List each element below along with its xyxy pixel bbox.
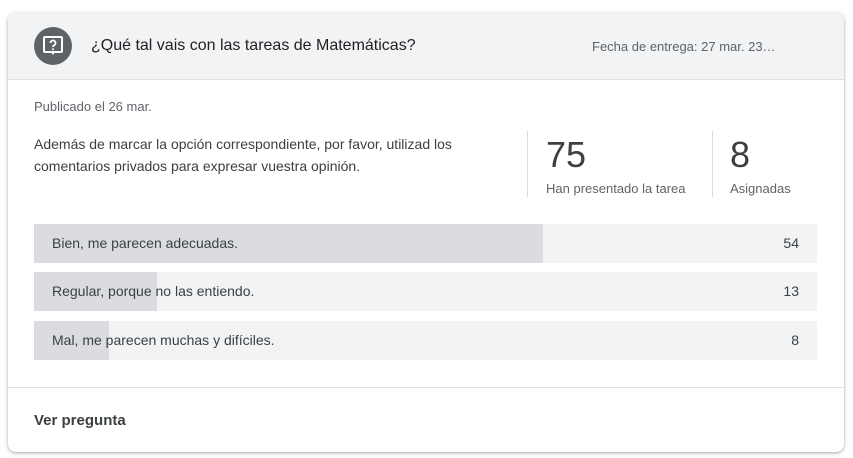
question-description: Además de marcar la opción correspondien…: [34, 136, 452, 174]
answer-count: 54: [783, 235, 799, 251]
question-title[interactable]: ¿Qué tal vais con las tareas de Matemáti…: [91, 37, 416, 55]
view-question-link[interactable]: Ver pregunta: [34, 412, 126, 429]
question-mark-icon: [34, 27, 72, 65]
assigned-count[interactable]: 8: [730, 135, 750, 175]
answer-label: Regular, porque no las entiendo.: [52, 283, 255, 299]
answer-label: Mal, me parecen muchas y difíciles.: [52, 332, 275, 348]
question-card: ¿Qué tal vais con las tareas de Matemáti…: [8, 13, 844, 452]
published-date: Publicado el 26 mar.: [34, 99, 152, 114]
submitted-label: Han presentado la tarea: [546, 181, 686, 196]
stats-divider: [527, 131, 528, 197]
stats-divider: [712, 131, 713, 197]
answer-option[interactable]: Regular, porque no las entiendo. 13: [34, 272, 817, 311]
answer-option[interactable]: Bien, me parecen adecuadas. 54: [34, 224, 817, 263]
due-date: Fecha de entrega: 27 mar. 23…: [592, 39, 776, 54]
answer-count: 13: [783, 283, 799, 299]
answer-label: Bien, me parecen adecuadas.: [52, 235, 239, 251]
card-footer: Ver pregunta: [8, 387, 844, 452]
answer-option[interactable]: Mal, me parecen muchas y difíciles. 8: [34, 321, 817, 360]
assigned-label: Asignadas: [730, 181, 791, 196]
card-header[interactable]: ¿Qué tal vais con las tareas de Matemáti…: [8, 13, 844, 80]
submitted-count[interactable]: 75: [546, 135, 586, 175]
answer-count: 8: [791, 332, 799, 348]
